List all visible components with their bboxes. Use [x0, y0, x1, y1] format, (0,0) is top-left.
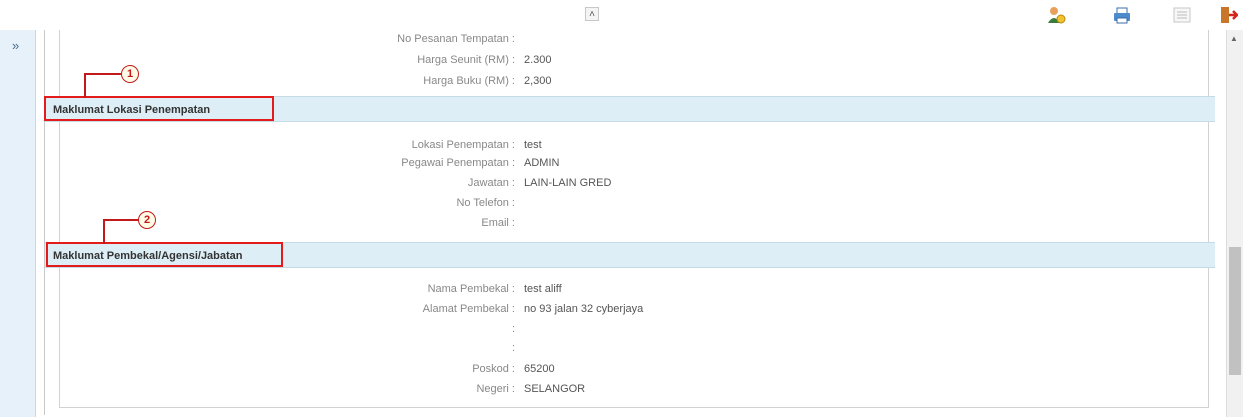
- collapse-up-button[interactable]: ˄: [585, 7, 599, 21]
- pembekal-panel: Nama Pembekal : test aliff Alamat Pembek…: [59, 268, 1209, 408]
- field-row: Harga Seunit (RM) : 2.300: [60, 54, 1160, 68]
- field-row: Harga Buku (RM) : 2,300: [60, 75, 1160, 89]
- field-label: Email :: [481, 217, 515, 229]
- field-label: Pegawai Penempatan :: [401, 157, 515, 169]
- field-row: Lokasi Penempatan : test: [60, 139, 1160, 153]
- field-label: Harga Seunit (RM) :: [417, 54, 515, 66]
- field-value: test: [524, 139, 542, 151]
- field-label: Harga Buku (RM) :: [423, 75, 515, 87]
- field-row: Alamat Pembekal : no 93 jalan 32 cyberja…: [60, 303, 1160, 317]
- field-label: Poskod :: [472, 363, 515, 375]
- field-row: :: [60, 323, 1160, 337]
- callout-marker-2: 2: [138, 211, 156, 229]
- top-toolbar: ˄: [0, 0, 1247, 30]
- field-row: Nama Pembekal : test aliff: [60, 283, 1160, 297]
- detail-content: No Pesanan Tempatan : Harga Seunit (RM) …: [44, 30, 1215, 415]
- field-label: Lokasi Penempatan :: [411, 139, 515, 151]
- side-panel: »: [0, 30, 36, 417]
- field-label: Nama Pembekal :: [427, 283, 515, 295]
- expand-sidebar-button[interactable]: »: [12, 38, 19, 53]
- field-row: :: [60, 342, 1160, 356]
- callout-marker-1: 1: [121, 65, 139, 83]
- field-row: No Telefon :: [60, 197, 1160, 211]
- highlight-box-2: [46, 242, 283, 267]
- order-panel: No Pesanan Tempatan : Harga Seunit (RM) …: [59, 30, 1209, 96]
- field-row: Jawatan : LAIN-LAIN GRED: [60, 177, 1160, 191]
- field-value: LAIN-LAIN GRED: [524, 177, 612, 189]
- field-value: 65200: [524, 363, 555, 375]
- scroll-up-arrow-icon[interactable]: ▲: [1230, 34, 1238, 43]
- scrollbar-thumb[interactable]: [1229, 247, 1241, 375]
- field-label: :: [511, 323, 515, 335]
- print-icon[interactable]: [1112, 5, 1132, 25]
- field-value: no 93 jalan 32 cyberjaya: [524, 303, 644, 315]
- exit-icon[interactable]: [1218, 5, 1239, 25]
- field-label: Negeri :: [476, 383, 515, 395]
- lokasi-panel: Lokasi Penempatan : test Pegawai Penempa…: [59, 122, 1209, 242]
- field-row: Poskod : 65200: [60, 363, 1160, 377]
- callout-line-2h: [103, 219, 139, 221]
- callout-line-1h: [84, 73, 122, 75]
- field-value: test aliff: [524, 283, 562, 295]
- field-row: Email :: [60, 217, 1160, 231]
- field-value: SELANGOR: [524, 383, 586, 395]
- callout-line-2: [103, 219, 105, 244]
- callout-line-1: [84, 73, 86, 98]
- field-label: :: [511, 342, 515, 354]
- highlight-box-1: [44, 96, 274, 121]
- field-row: No Pesanan Tempatan :: [60, 33, 1160, 47]
- field-label: No Telefon :: [456, 197, 515, 209]
- field-label: Jawatan :: [467, 177, 515, 189]
- field-row: Pegawai Penempatan : ADMIN: [60, 157, 1160, 171]
- field-value: ADMIN: [524, 157, 560, 169]
- field-value: 2,300: [524, 75, 552, 87]
- user-settings-icon[interactable]: [1046, 5, 1066, 25]
- field-label: Alamat Pembekal :: [422, 303, 515, 315]
- field-row: Negeri : SELANGOR: [60, 383, 1160, 397]
- field-value: 2.300: [524, 54, 552, 66]
- list-view-icon[interactable]: [1172, 5, 1192, 25]
- vertical-scrollbar[interactable]: ▲: [1226, 30, 1243, 417]
- field-label: No Pesanan Tempatan :: [397, 33, 515, 45]
